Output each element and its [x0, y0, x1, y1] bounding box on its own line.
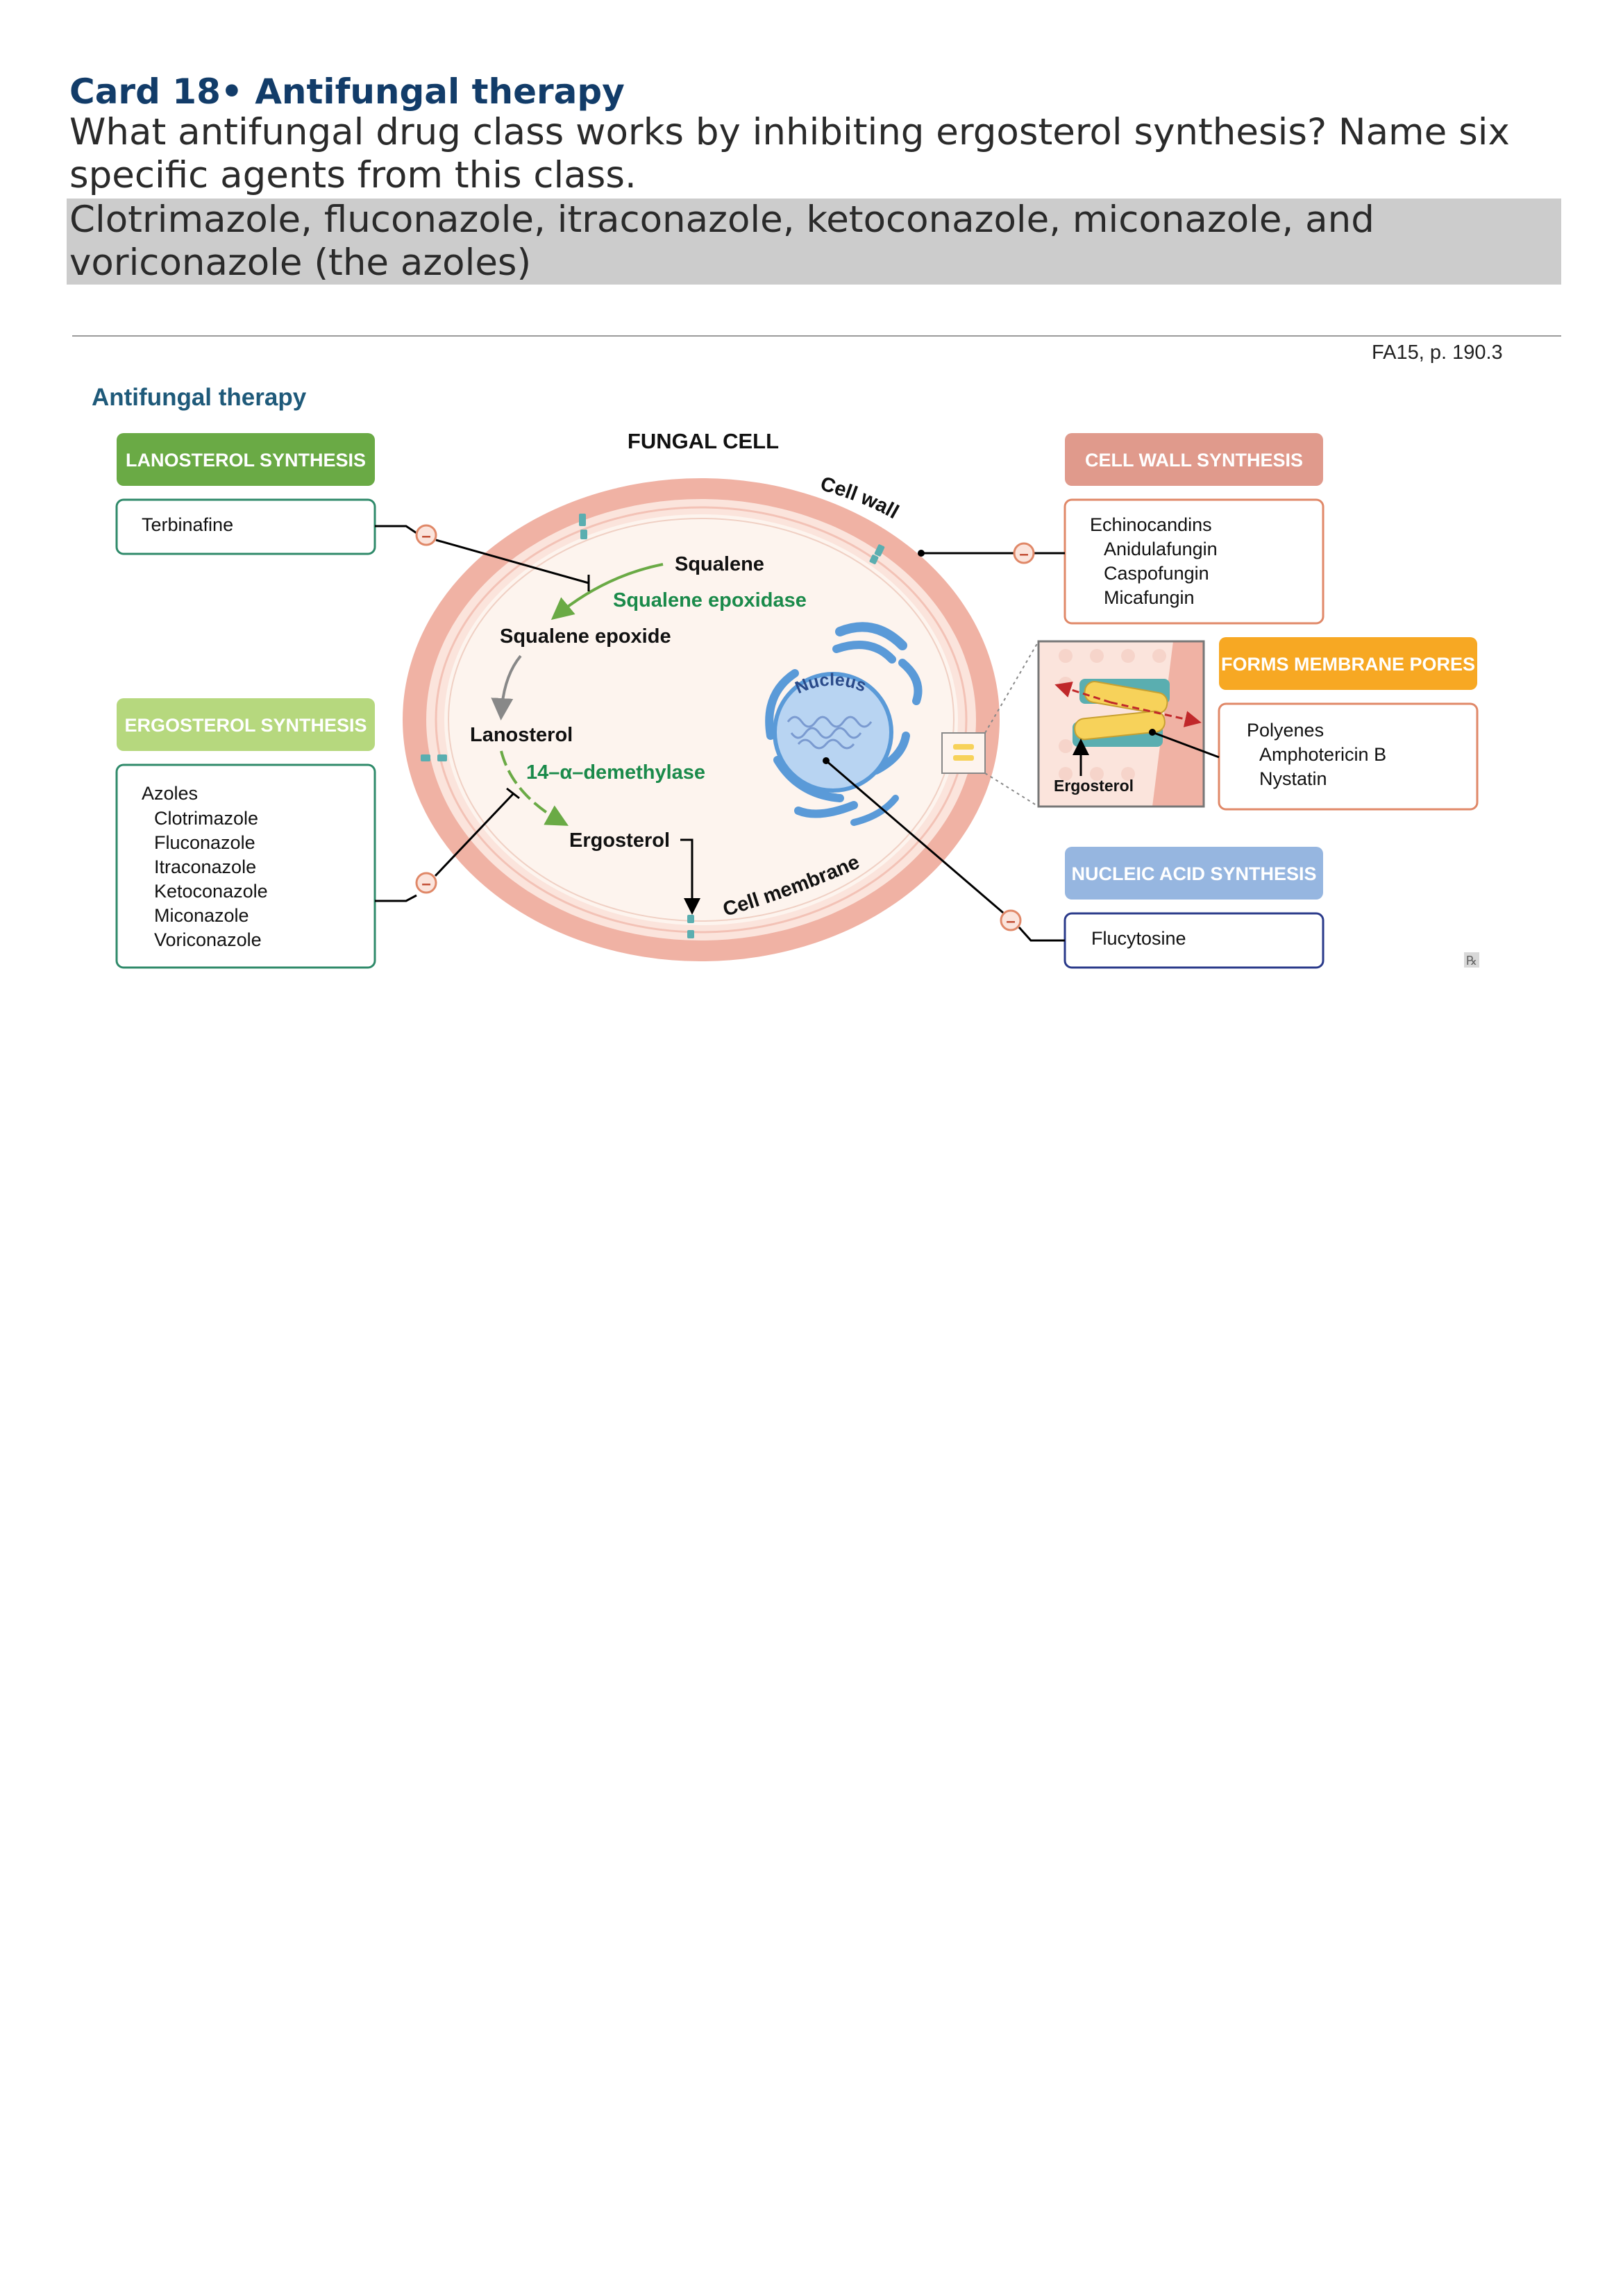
drug-itraconazole: Itraconazole	[154, 856, 256, 877]
azoles-label: Azoles	[142, 783, 198, 804]
svg-text:–: –	[421, 875, 430, 893]
inset-ergosterol-label: Ergosterol	[1054, 777, 1134, 795]
fungal-cell	[403, 478, 1000, 961]
drug-fluconazole: Fluconazole	[154, 832, 255, 853]
antifungal-diagram: Antifungal therapy FUNGAL CELL Cell wall…	[92, 384, 1479, 969]
squalene-epoxidase-label: Squalene epoxidase	[613, 589, 807, 611]
drug-caspofungin: Caspofungin	[1104, 563, 1209, 584]
echinocandins-label: Echinocandins	[1090, 514, 1212, 535]
squalene-epoxide-label: Squalene epoxide	[500, 625, 671, 648]
membrane-pore-inset: Ergosterol	[1037, 640, 1205, 808]
drug-nystatin: Nystatin	[1259, 768, 1327, 789]
drug-terbinafine: Terbinafine	[142, 514, 233, 535]
ergosterol-synthesis-title: ERGOSTEROL SYNTHESIS	[124, 715, 367, 736]
membrane-pores-title: FORMS MEMBRANE PORES	[1221, 654, 1475, 675]
drug-clotrimazole: Clotrimazole	[154, 808, 258, 829]
drug-flucytosine: Flucytosine	[1091, 928, 1186, 949]
demethylase-label: 14–α–demethylase	[526, 761, 705, 784]
rx-icon: ℞	[1466, 954, 1477, 968]
svg-text:–: –	[1019, 545, 1028, 564]
ergosterol-label: Ergosterol	[569, 829, 670, 852]
drug-micafungin: Micafungin	[1104, 587, 1195, 608]
squalene-label: Squalene	[675, 553, 764, 575]
polyenes-label: Polyenes	[1247, 720, 1324, 741]
drug-ketoconazole: Ketoconazole	[154, 881, 268, 902]
drug-amphotericin-b: Amphotericin B	[1259, 744, 1386, 765]
pore-marker	[941, 732, 986, 774]
drug-miconazole: Miconazole	[154, 905, 249, 926]
drug-anidulafungin: Anidulafungin	[1104, 539, 1218, 559]
lanosterol-synthesis-title: LANOSTEROL SYNTHESIS	[126, 450, 366, 471]
svg-text:–: –	[1006, 912, 1015, 931]
drug-voriconazole: Voriconazole	[154, 929, 262, 950]
nucleic-acid-synthesis-title: NUCLEIC ACID SYNTHESIS	[1071, 863, 1316, 884]
cell-wall-synthesis-title: CELL WALL SYNTHESIS	[1085, 450, 1303, 471]
lanosterol-label: Lanosterol	[470, 724, 573, 746]
figure-heading: Antifungal therapy	[92, 384, 307, 411]
svg-text:–: –	[421, 527, 430, 546]
cell-title: FUNGAL CELL	[628, 429, 779, 453]
